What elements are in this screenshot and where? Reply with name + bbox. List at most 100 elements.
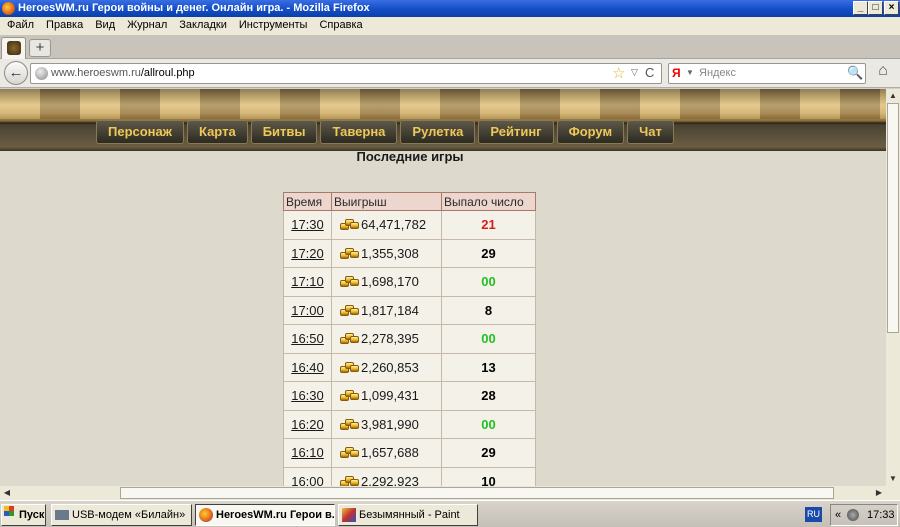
scroll-left-icon[interactable]: ◀ [0,486,14,500]
time-cell: 16:50 [283,324,332,354]
vertical-scrollbar[interactable]: ▲ ▼ [886,89,900,486]
new-tab-button[interactable]: + [29,39,51,57]
url-host: www.heroeswm.ru [51,67,141,79]
url-text[interactable]: www.heroeswm.ru/allroul.php [51,67,195,79]
win-amount: 1,355,308 [361,245,419,261]
menu-bookmarks[interactable]: Закладки [172,17,232,31]
clock[interactable]: 17:33 [867,505,895,525]
gold-icon [340,333,360,345]
reload-icon[interactable]: C [645,65,654,80]
system-tray: « 17:33 [830,504,898,526]
search-input[interactable]: Яндекс [699,67,736,79]
taskbar-item-label: Безымянный - Paint [359,509,460,521]
time-cell: 16:00 [283,466,332,486]
taskbar-item-firefox[interactable]: HeroesWM.ru Герои в... [195,504,335,526]
search-engine-dropdown-icon[interactable]: ▼ [686,68,694,77]
win-cell: 2,260,853 [331,352,442,382]
taskbar: Пуск USB-модем «Билайн» HeroesWM.ru Геро… [0,500,900,527]
site-navigation: Персонаж Карта Битвы Таверна Рулетка Рей… [96,120,677,146]
back-button[interactable]: ← [4,61,28,85]
scroll-right-icon[interactable]: ▶ [872,486,886,500]
result-number: 28 [481,388,496,404]
game-time-link[interactable]: 16:40 [291,360,324,375]
result-number: 00 [481,416,496,432]
table-row: 17:30 64,471,782 21 [283,210,536,240]
time-cell: 16:20 [283,409,332,439]
search-icon[interactable]: 🔍 [847,65,863,81]
game-time-link[interactable]: 17:10 [291,274,324,289]
game-time-link[interactable]: 16:20 [291,417,324,432]
minimize-button[interactable]: _ [853,1,868,15]
site-nav-forum[interactable]: Форум [556,120,625,144]
table-row: 17:10 1,698,170 00 [283,267,536,297]
navigation-bar: ← www.heroeswm.ru/allroul.php ☆ ▽ C Я ▼ … [0,59,900,88]
speaker-icon[interactable] [847,509,859,521]
game-time-link[interactable]: 17:20 [291,246,324,261]
window-title: HeroesWM.ru Герои войны и денег. Онлайн … [18,2,370,14]
time-cell: 17:10 [283,267,332,297]
maximize-button[interactable]: □ [868,1,883,15]
firefox-icon [2,2,15,15]
bookmark-star-icon[interactable]: ☆ [612,64,625,82]
table-row: 16:20 3,981,990 00 [283,409,536,439]
history-dropdown-icon[interactable]: ▽ [631,67,638,78]
taskbar-item-label: USB-модем «Билайн» [72,509,186,521]
table-row: 17:00 1,817,184 8 [283,295,536,325]
site-nav-roulette[interactable]: Рулетка [400,120,476,144]
menu-edit[interactable]: Правка [39,17,88,31]
site-nav-chat[interactable]: Чат [627,120,674,144]
menu-tools[interactable]: Инструменты [232,17,313,31]
site-nav-map[interactable]: Карта [186,120,248,144]
game-time-link[interactable]: 16:30 [291,388,324,403]
scroll-up-icon[interactable]: ▲ [886,89,900,103]
game-time-link[interactable]: 17:30 [291,217,324,232]
win-amount: 3,981,990 [361,416,419,432]
result-number: 13 [481,359,496,375]
win-amount: 1,698,170 [361,274,419,290]
menu-file[interactable]: Файл [0,17,39,31]
roulette-results-table: Время Выигрыш Выпало число 17:30 64,471,7… [283,192,536,486]
game-time-link[interactable]: 16:00 [291,474,324,486]
win-cell: 3,981,990 [331,409,442,439]
url-bar[interactable]: www.heroeswm.ru/allroul.php ☆ ▽ C [30,63,662,84]
scroll-down-icon[interactable]: ▼ [886,472,900,486]
win-amount: 1,099,431 [361,388,419,404]
win-amount: 2,278,395 [361,331,419,347]
home-icon[interactable]: ⌂ [873,62,893,82]
number-cell: 00 [441,409,536,439]
menu-bar: Файл Правка Вид Журнал Закладки Инструменты Сп… [0,17,900,35]
close-button[interactable]: × [884,1,899,15]
scrollbar-corner [886,486,900,500]
taskbar-item-paint[interactable]: Безымянный - Paint [338,504,478,526]
horizontal-scroll-thumb[interactable] [120,487,834,499]
gold-icon [340,390,360,402]
horizontal-scrollbar[interactable]: ◀ ▶ [0,486,886,500]
firefox-icon [199,508,213,522]
site-nav-rating[interactable]: Рейтинг [478,120,554,144]
tray-expand-icon[interactable]: « [835,505,841,525]
search-bar[interactable]: Я ▼ Яндекс 🔍 [668,63,866,84]
win-cell: 1,099,431 [331,381,442,411]
yandex-icon[interactable]: Я [672,66,681,80]
language-indicator[interactable]: RU [805,507,822,522]
column-header-win: Выигрыш [331,192,442,211]
site-nav-character[interactable]: Персонаж [96,120,184,144]
game-time-link[interactable]: 16:50 [291,331,324,346]
win-cell: 1,817,184 [331,295,442,325]
result-number: 00 [481,331,496,347]
time-cell: 17:00 [283,295,332,325]
vertical-scroll-thumb[interactable] [887,103,899,333]
time-cell: 17:20 [283,238,332,268]
game-time-link[interactable]: 17:00 [291,303,324,318]
table-body: 17:30 64,471,782 21 17:20 1,355,308 29 17:10 1,… [283,210,536,486]
game-time-link[interactable]: 16:10 [291,445,324,460]
tab-heroeswm[interactable] [1,37,26,59]
win-cell: 1,698,170 [331,267,442,297]
taskbar-item-usb-modem[interactable]: USB-модем «Билайн» [51,504,192,526]
site-nav-battles[interactable]: Битвы [250,120,318,144]
menu-view[interactable]: Вид [88,17,120,31]
menu-history[interactable]: Журнал [120,17,172,31]
site-nav-tavern[interactable]: Таверна [320,120,398,144]
result-number: 10 [481,473,496,486]
menu-help[interactable]: Справка [312,17,367,31]
